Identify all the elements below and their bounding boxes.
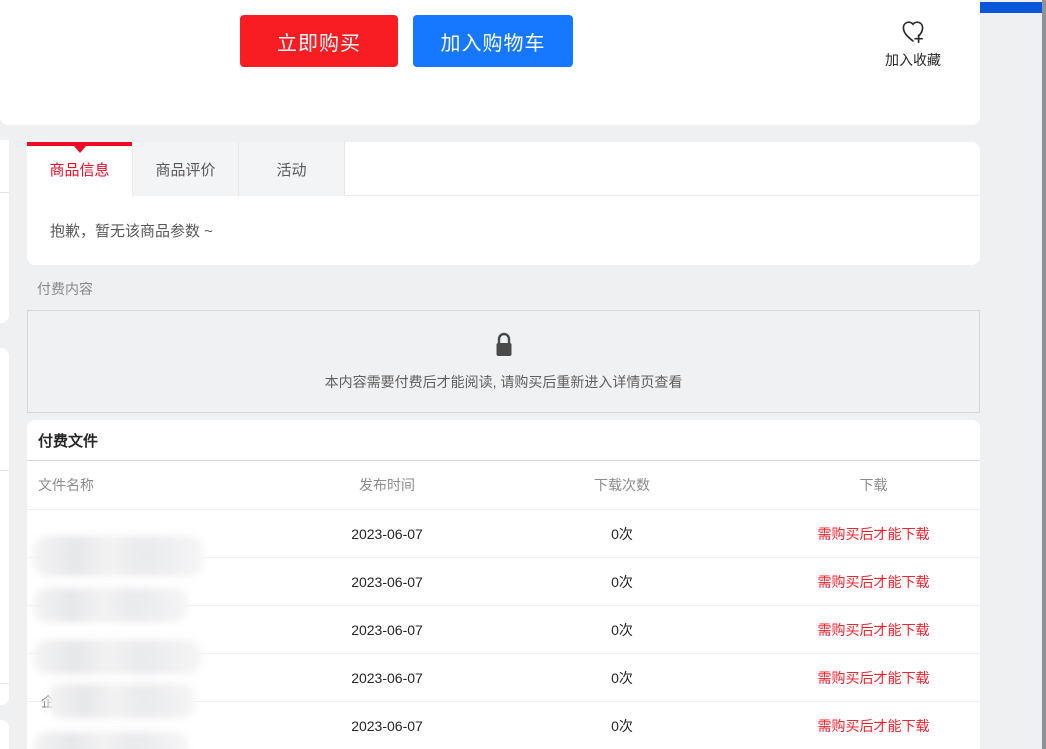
left-panel-fragment	[0, 140, 9, 323]
download-count: 0次	[477, 668, 767, 688]
paid-files-panel: 付费文件 文件名称 发布时间 下载次数 下载 2023-06-07 0次 需购买…	[27, 420, 980, 749]
download-locked-link[interactable]: 需购买后才能下载	[818, 526, 930, 542]
purchase-action-panel: 立即购买 加入购物车 加入收藏	[0, 0, 980, 125]
censor-blur	[33, 588, 188, 622]
product-info-panel: 商品信息 商品评价 活动 抱歉，暂无该商品参数 ~	[27, 142, 980, 265]
download-count: 0次	[477, 524, 767, 544]
detail-tabs: 商品信息 商品评价 活动	[27, 142, 980, 196]
censor-blur	[47, 684, 195, 718]
download-count: 0次	[477, 716, 767, 736]
publish-date: 2023-06-07	[297, 670, 477, 686]
column-header-filename: 文件名称	[27, 475, 297, 495]
tab-label: 活动	[276, 159, 306, 180]
column-header-publish-time: 发布时间	[297, 475, 477, 495]
download-locked-link[interactable]: 需购买后才能下载	[818, 622, 930, 638]
download-locked-link[interactable]: 需购买后才能下载	[818, 574, 930, 590]
download-count: 0次	[477, 572, 767, 592]
column-header-download-count: 下载次数	[477, 475, 767, 495]
buy-now-button[interactable]: 立即购买	[240, 15, 398, 67]
window-edge-scrollbar[interactable]	[1042, 0, 1046, 749]
table-row: 2023-06-07 0次 需购买后才能下载	[27, 510, 980, 558]
tab-row-filler	[345, 142, 980, 195]
locked-content-message: 本内容需要付费后才能阅读, 请购买后重新进入详情页查看	[325, 372, 683, 392]
publish-date: 2023-06-07	[297, 622, 477, 638]
no-params-message: 抱歉，暂无该商品参数 ~	[27, 196, 980, 264]
add-to-cart-button[interactable]: 加入购物车	[413, 15, 573, 67]
censor-blur	[33, 536, 203, 576]
column-header-download: 下载	[767, 475, 980, 495]
left-panel-fragment	[0, 348, 9, 705]
tab-label: 商品评价	[155, 159, 215, 180]
publish-date: 2023-06-07	[297, 526, 477, 542]
add-to-favorites-button[interactable]: 加入收藏	[868, 16, 958, 70]
lock-icon	[492, 331, 516, 363]
paid-content-section-title: 付费内容	[37, 279, 93, 299]
censor-blur	[33, 732, 188, 749]
favorite-label: 加入收藏	[868, 50, 958, 70]
publish-date: 2023-06-07	[297, 574, 477, 590]
tab-activity[interactable]: 活动	[239, 142, 345, 196]
download-locked-link[interactable]: 需购买后才能下载	[818, 670, 930, 686]
table-header-row: 文件名称 发布时间 下载次数 下载	[27, 461, 980, 510]
heart-plus-icon	[868, 16, 958, 46]
tab-product-reviews[interactable]: 商品评价	[133, 142, 239, 196]
left-panel-fragment	[0, 720, 9, 749]
publish-date: 2023-06-07	[297, 718, 477, 734]
tab-product-info[interactable]: 商品信息	[27, 142, 133, 197]
tab-label: 商品信息	[49, 159, 109, 180]
paid-files-section-title: 付费文件	[27, 420, 980, 461]
download-count: 0次	[477, 620, 767, 640]
censor-blur	[33, 640, 201, 674]
product-detail-page: 立即购买 加入购物车 加入收藏 商品信息 商品评价 活动	[0, 0, 1046, 749]
download-locked-link[interactable]: 需购买后才能下载	[818, 718, 930, 734]
locked-content-box: 本内容需要付费后才能阅读, 请购买后重新进入详情页查看	[27, 310, 980, 413]
